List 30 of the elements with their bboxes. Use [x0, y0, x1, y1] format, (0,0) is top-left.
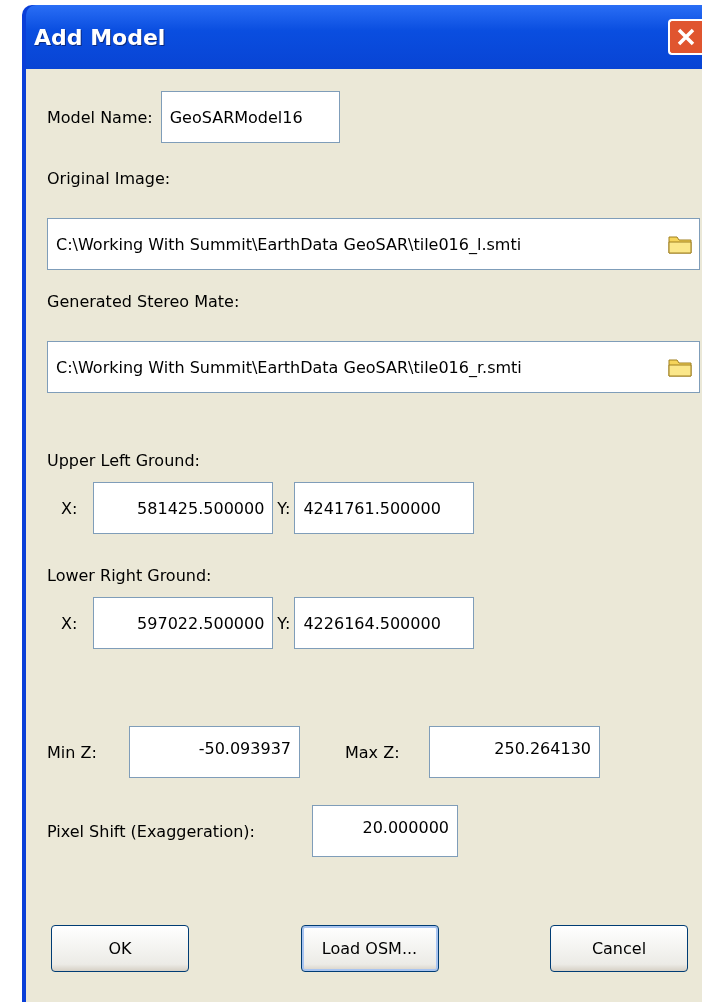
input-field[interactable]: 4226164.500000 — [294, 597, 475, 649]
field-label: Generated Stereo Mate: — [47, 292, 241, 311]
field-label: Model Name: — [47, 107, 153, 127]
dialog-button[interactable]: OK — [51, 925, 189, 972]
field-label: Y: — [277, 498, 291, 518]
field-label: Original Image: — [47, 169, 172, 188]
input-field[interactable]: GeoSARModel16 — [160, 91, 340, 143]
dialog-button[interactable]: Cancel — [550, 925, 688, 972]
folder-icon[interactable] — [667, 233, 693, 255]
input-field[interactable]: -50.093937 — [129, 726, 300, 778]
input-field[interactable]: C:\Working With Summit\EarthData GeoSAR\tile016_l.smti — [47, 218, 700, 270]
input-field[interactable]: 250.264130 — [429, 726, 600, 778]
field-label: Min Z: — [47, 742, 98, 762]
input-field[interactable]: 4241761.500000 — [294, 482, 475, 534]
input-field[interactable]: 581425.500000 — [93, 482, 274, 534]
dialog-button[interactable]: Load OSM... — [300, 925, 439, 972]
input-field[interactable]: C:\Working With Summit\EarthData GeoSAR\tile016_r.smti — [47, 341, 700, 393]
field-label: Y: — [277, 613, 291, 633]
close-icon[interactable] — [676, 27, 696, 47]
field-label: Pixel Shift (Exaggeration): — [47, 821, 256, 841]
close-button[interactable] — [668, 19, 702, 55]
window-title: Add Model — [34, 24, 166, 50]
field-label: Lower Right Ground: — [47, 566, 213, 585]
field-label: X: — [61, 498, 78, 518]
field-label: Max Z: — [345, 742, 401, 762]
field-label: Upper Left Ground: — [47, 451, 201, 470]
folder-icon[interactable] — [667, 356, 693, 378]
field-label: X: — [61, 613, 78, 633]
input-field[interactable]: 20.000000 — [312, 805, 458, 857]
input-field[interactable]: 597022.500000 — [93, 597, 274, 649]
